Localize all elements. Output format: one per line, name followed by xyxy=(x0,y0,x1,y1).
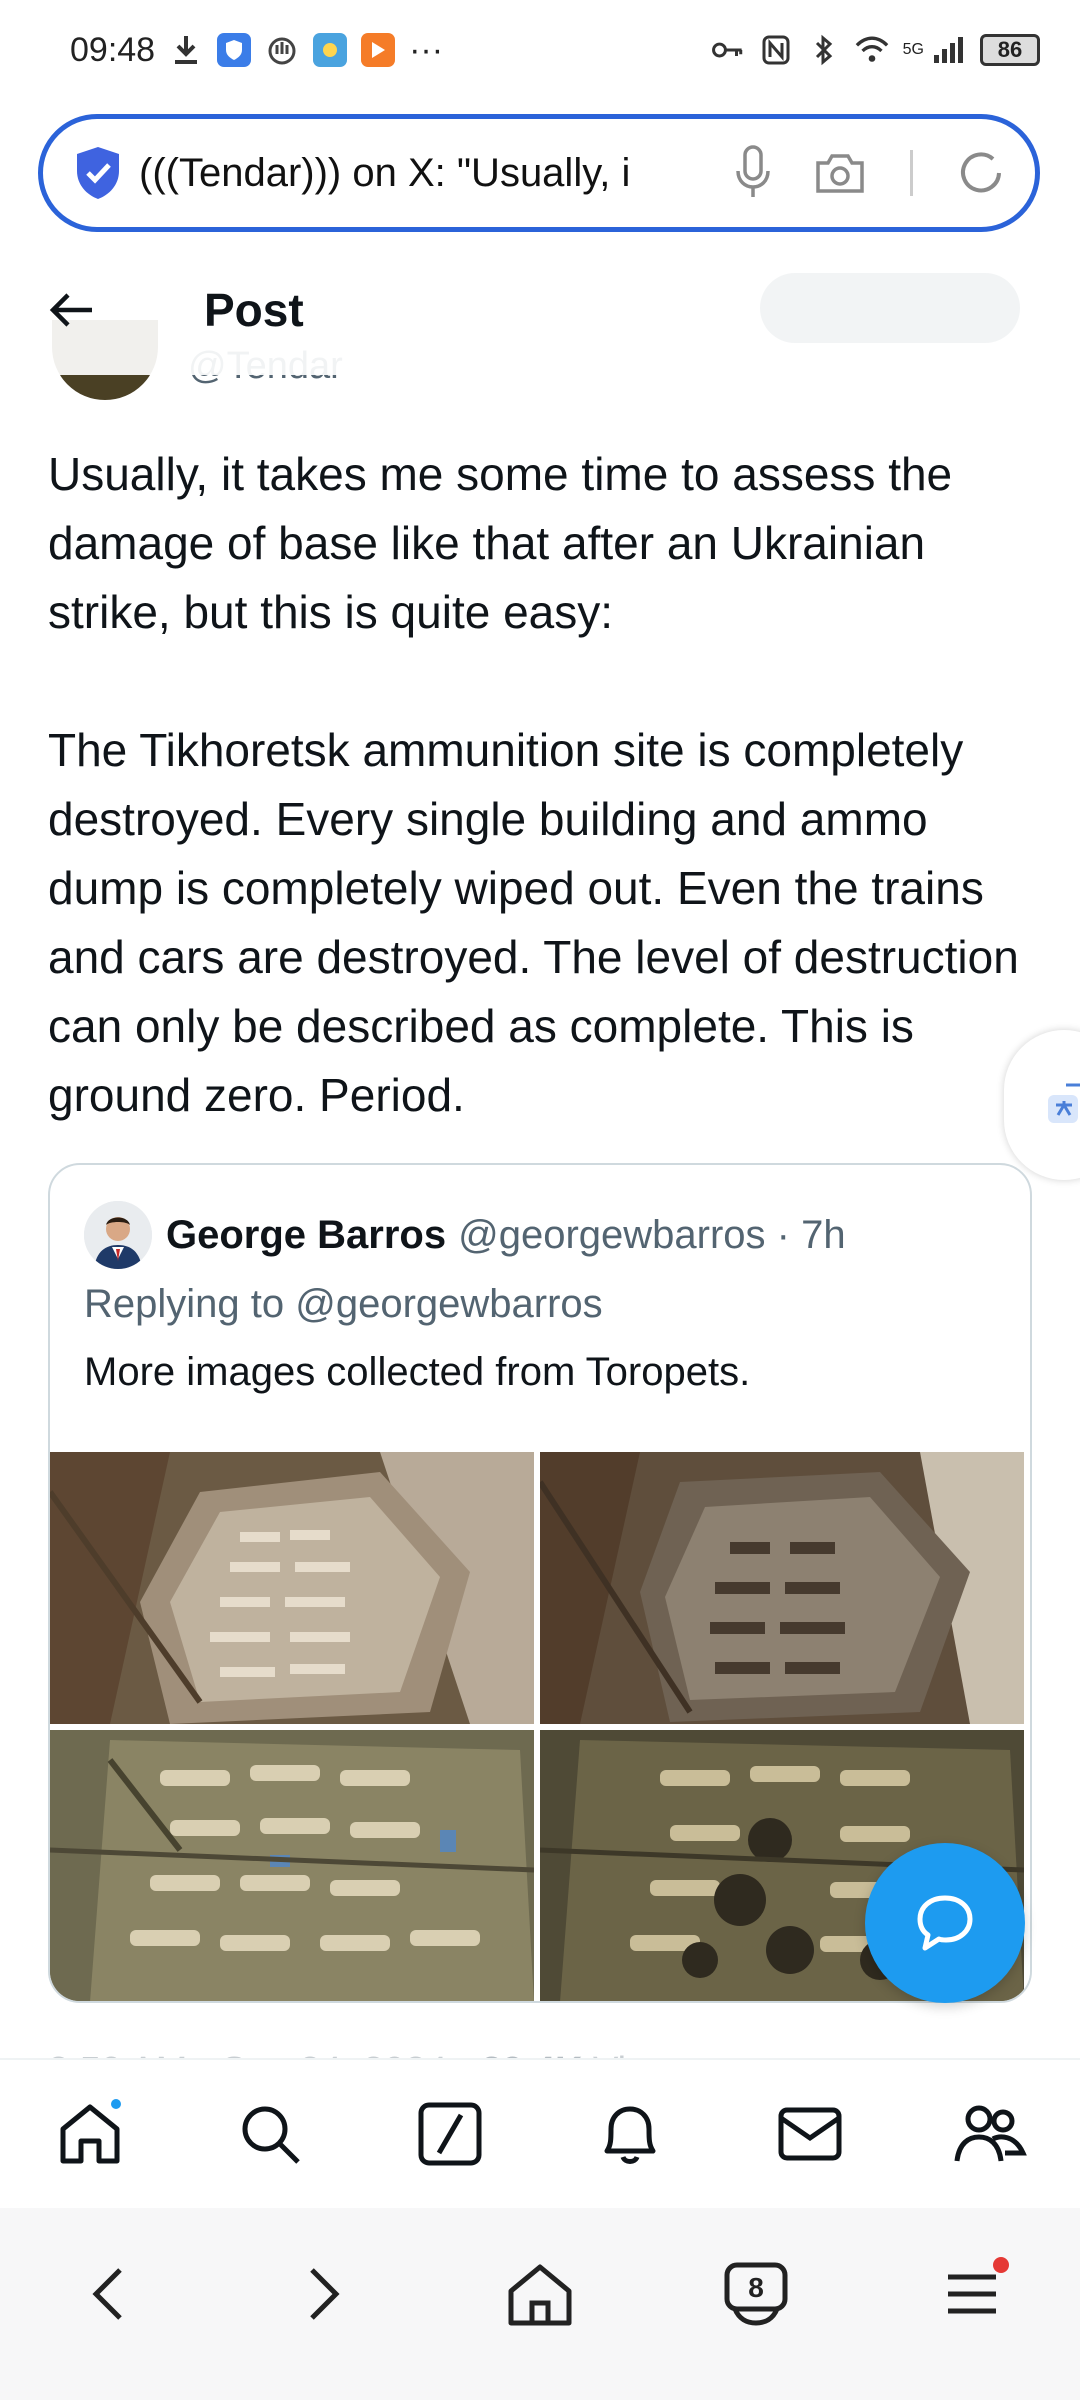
tabs-count: 8 xyxy=(748,2272,764,2303)
shield-app-icon xyxy=(217,33,252,67)
chevron-right-icon xyxy=(310,2268,340,2320)
browser-forward-button[interactable] xyxy=(279,2249,369,2339)
home-outline-icon xyxy=(508,2264,572,2326)
battery-indicator: 86 xyxy=(980,34,1040,66)
bell-icon xyxy=(604,2106,656,2164)
quoted-post-header: George Barros @georgewbarros · 7h xyxy=(84,1201,846,1269)
envelope-icon xyxy=(778,2107,842,2161)
play-app-icon xyxy=(361,33,396,67)
page-title: Post xyxy=(204,284,304,336)
communities-icon xyxy=(954,2105,1027,2162)
nav-search[interactable] xyxy=(230,2094,310,2174)
replying-to-text: Replying to @georgewbarros xyxy=(84,1282,603,1326)
status-time: 09:48 xyxy=(70,30,156,69)
nav-notifications[interactable] xyxy=(590,2094,670,2174)
address-bar[interactable]: (((Tendar))) on X: "Usually, i xyxy=(38,114,1040,232)
quoted-author-handle-time: @georgewbarros · 7h xyxy=(458,1212,846,1257)
hand-icon xyxy=(265,33,299,67)
nav-communities[interactable] xyxy=(950,2094,1030,2174)
menu-notification-dot xyxy=(993,2257,1009,2273)
status-bar: 09:48 ··· 5G 86 xyxy=(0,0,1080,100)
camera-icon[interactable] xyxy=(814,151,866,195)
network-type: 5G xyxy=(902,41,924,58)
bluetooth-icon xyxy=(807,33,841,67)
signal-icon xyxy=(932,33,966,67)
nav-messages[interactable] xyxy=(770,2094,850,2174)
satellite-image-1[interactable] xyxy=(50,1452,534,1724)
download-icon xyxy=(169,33,203,67)
browser-toolbar: 8 xyxy=(0,2208,1080,2400)
search-icon xyxy=(242,2106,300,2164)
satellite-image-3[interactable] xyxy=(50,1730,534,2001)
browser-menu-button[interactable] xyxy=(927,2249,1017,2339)
tweet-text: Usually, it takes me some time to assess… xyxy=(48,440,1038,1130)
tweet-paragraph-1: Usually, it takes me some time to assess… xyxy=(48,448,953,638)
nav-home[interactable] xyxy=(50,2094,130,2174)
compose-reply-fab[interactable] xyxy=(865,1843,1025,2003)
microphone-icon[interactable] xyxy=(736,145,770,201)
post-header: Post xyxy=(0,245,1080,375)
tweet-paragraph-2: The Tikhoretsk ammunition site is comple… xyxy=(48,724,1019,1121)
status-more: ··· xyxy=(409,30,444,69)
nav-grok[interactable] xyxy=(410,2094,490,2174)
reload-icon[interactable] xyxy=(957,149,1005,197)
browser-tabs-button[interactable]: 8 xyxy=(711,2249,801,2339)
screen: 09:48 ··· 5G 86 (((Tendar))) on X: "Usua… xyxy=(0,0,1080,2400)
quoted-post-text: More images collected from Toropets. xyxy=(84,1350,751,1394)
url-text[interactable]: (((Tendar))) on X: "Usually, i xyxy=(139,151,716,196)
chat-bubble-icon xyxy=(917,1895,973,1951)
url-actions xyxy=(736,145,1005,201)
status-right: 5G 86 xyxy=(711,33,1040,67)
security-shield-icon[interactable] xyxy=(73,145,123,201)
satellite-image-2[interactable] xyxy=(540,1452,1024,1724)
browser-back-button[interactable] xyxy=(63,2249,153,2339)
header-blurred-element xyxy=(760,273,1020,343)
tabs-icon: 8 xyxy=(724,2262,788,2326)
x-bottom-nav xyxy=(0,2058,1080,2208)
translate-float-button[interactable] xyxy=(1004,1030,1080,1180)
quoted-author-name[interactable]: George Barros xyxy=(166,1213,446,1258)
status-left: 09:48 ··· xyxy=(70,31,443,70)
notification-dot xyxy=(108,2096,124,2112)
quoted-author-avatar[interactable] xyxy=(84,1201,152,1269)
nfc-icon xyxy=(759,33,793,67)
back-arrow-icon[interactable] xyxy=(48,290,94,330)
translate-icon xyxy=(1048,1083,1080,1123)
wifi-icon xyxy=(855,33,889,67)
browser-home-button[interactable] xyxy=(495,2249,585,2339)
key-icon xyxy=(711,33,745,67)
chevron-left-icon xyxy=(92,2268,122,2320)
weather-app-icon xyxy=(313,33,348,67)
grok-icon xyxy=(418,2102,482,2166)
menu-icon xyxy=(948,2274,996,2314)
url-separator xyxy=(910,150,913,196)
